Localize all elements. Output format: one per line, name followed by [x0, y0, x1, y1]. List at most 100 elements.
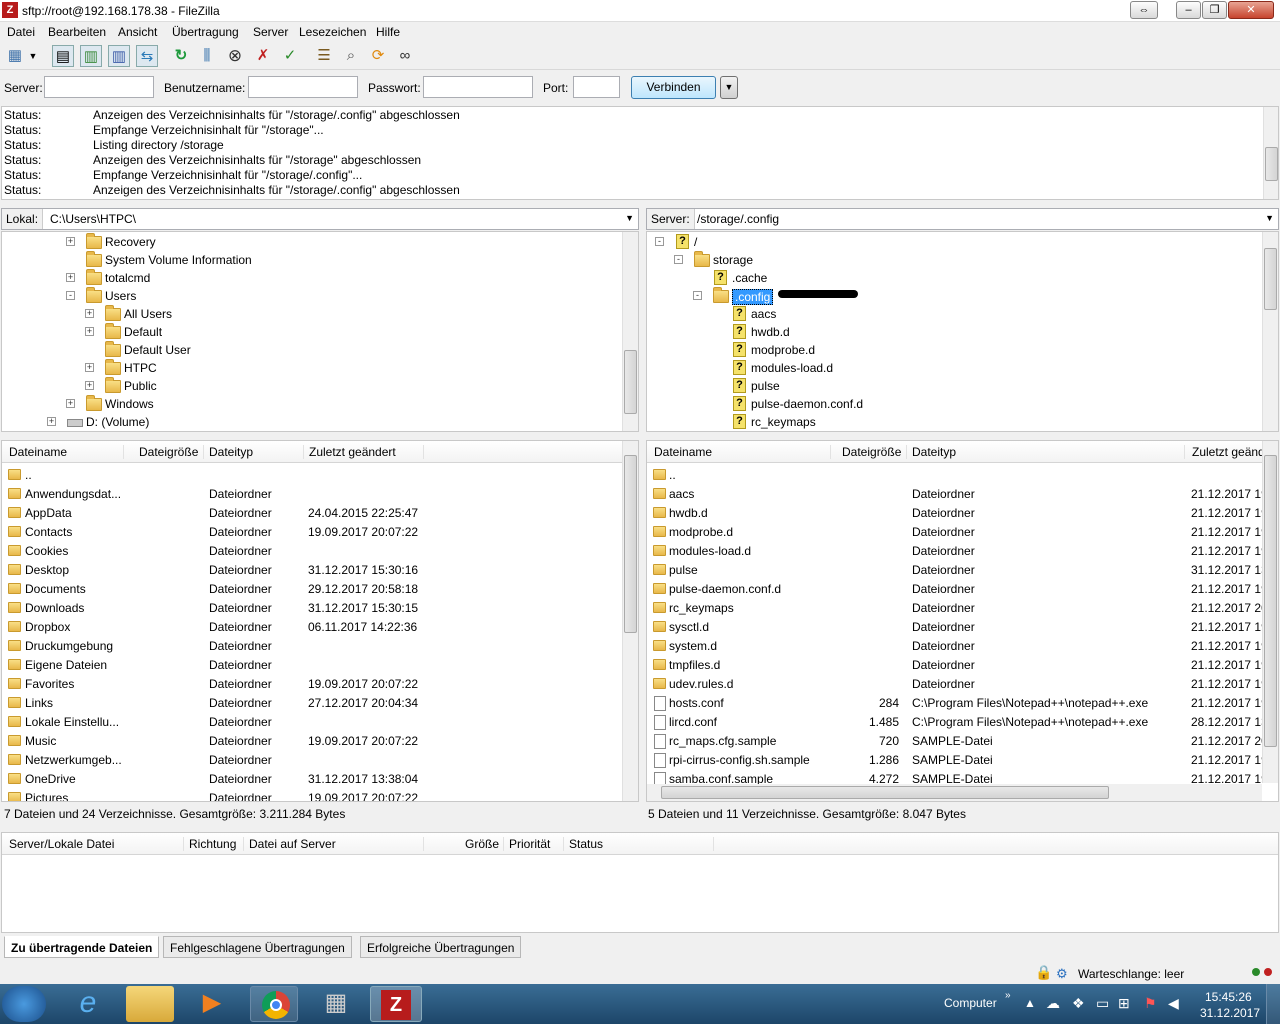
close-button[interactable]: ✕ — [1228, 1, 1274, 19]
tree-node[interactable]: - .config — [647, 287, 1262, 305]
filter-icon[interactable]: ☰ — [313, 45, 335, 67]
compare-icon[interactable]: ⌕ — [340, 45, 362, 67]
tree-node[interactable]: + HTPC — [2, 359, 617, 377]
list-item[interactable]: modprobe.d Dateiordner 21.12.2017 19 — [647, 522, 1265, 541]
list-item[interactable]: tmpfiles.d Dateiordner 21.12.2017 19 — [647, 655, 1265, 674]
col-dateigroesse[interactable]: Dateigröße — [134, 445, 204, 459]
list-item[interactable]: lircd.conf 1.485 C:\Program Files\Notepad+… — [647, 712, 1265, 731]
tree-node[interactable]: -? / — [647, 233, 1262, 251]
list-item[interactable]: Contacts Dateiordner 19.09.2017 20:07:22 — [2, 522, 617, 541]
tree-node[interactable]: ? aacs — [647, 305, 1262, 323]
col-dateigroesse[interactable]: Dateigröße — [837, 445, 907, 459]
list-item[interactable]: pulse-daemon.conf.d Dateiordner 21.12.2017… — [647, 579, 1265, 598]
remote-tree-scroll-thumb[interactable] — [1264, 248, 1277, 310]
remote-list-scroll-thumb[interactable] — [1264, 455, 1277, 747]
tree-node[interactable]: Default User — [2, 341, 617, 359]
search-icon[interactable]: ∞ — [394, 45, 416, 67]
col-server-lokale-datei[interactable]: Server/Lokale Datei — [4, 837, 184, 851]
tree-node[interactable]: + Public — [2, 377, 617, 395]
connect-button[interactable]: Verbinden — [631, 76, 716, 99]
list-item[interactable]: Downloads Dateiordner 31.12.2017 15:30:15 — [2, 598, 617, 617]
list-item[interactable]: rc_maps.cfg.sample 720 SAMPLE-Datei 21.12.2… — [647, 731, 1265, 750]
tree-node[interactable]: ? rc_keymaps — [647, 413, 1262, 431]
show-desktop-button[interactable] — [1266, 984, 1280, 1024]
local-path-input[interactable]: C:\Users\HTPC\ — [50, 212, 136, 226]
log-scrollbar[interactable] — [1263, 107, 1278, 199]
tree-node[interactable]: ? modules-load.d — [647, 359, 1262, 377]
expand-icon[interactable]: + — [66, 273, 75, 282]
list-item[interactable]: Anwendungsdat... Dateiordner — [2, 484, 617, 503]
tree-node[interactable]: ? pulse — [647, 377, 1262, 395]
cloud-icon[interactable]: ☁ — [1046, 995, 1060, 1012]
remote-list-hscroll-thumb[interactable] — [661, 786, 1109, 799]
local-tree-scrollbar[interactable] — [622, 232, 638, 431]
list-item[interactable]: modules-load.d Dateiordner 21.12.2017 19 — [647, 541, 1265, 560]
menu-server[interactable]: Server — [253, 25, 288, 39]
expand-icon[interactable]: + — [66, 399, 75, 408]
tree-node[interactable]: + Windows — [2, 395, 617, 413]
password-input[interactable] — [423, 76, 533, 98]
local-list-scroll-thumb[interactable] — [624, 455, 637, 633]
cancel-icon[interactable]: ⊗ — [224, 45, 246, 67]
col-geaendert[interactable]: Zuletzt geändert — [304, 445, 424, 459]
action-center-icon[interactable]: ⚑ — [1144, 995, 1157, 1012]
collapse-icon[interactable]: - — [674, 255, 683, 264]
list-item[interactable]: Netzwerkumgeb... Dateiordner — [2, 750, 617, 769]
list-item[interactable]: Music Dateiordner 19.09.2017 20:07:22 — [2, 731, 617, 750]
media-player-icon[interactable]: ▶ — [188, 986, 236, 1022]
process-queue-icon[interactable]: ⫼ — [196, 45, 218, 67]
sync-browse-icon[interactable]: ⟳ — [367, 45, 389, 67]
list-item[interactable]: sysctl.d Dateiordner 21.12.2017 19 — [647, 617, 1265, 636]
tree-node[interactable]: - storage — [647, 251, 1262, 269]
tree-node[interactable]: ? pulse-daemon.conf.d — [647, 395, 1262, 413]
disconnect-icon[interactable]: ✗ — [252, 45, 274, 67]
switch-layout-button[interactable]: ⇔ — [1130, 1, 1158, 19]
toggle-log-icon[interactable]: ▤ — [52, 45, 74, 67]
list-item[interactable]: hosts.conf 284 C:\Program Files\Notepad++\… — [647, 693, 1265, 712]
toggle-queue-icon[interactable]: ⇆ — [136, 45, 158, 67]
chevron-down-icon[interactable]: ▼ — [1265, 213, 1274, 223]
col-status[interactable]: Status — [564, 837, 714, 851]
remote-list-scrollbar[interactable] — [1262, 441, 1278, 783]
col-prioritaet[interactable]: Priorität — [504, 837, 564, 851]
computer-toolbar-label[interactable]: Computer — [944, 996, 997, 1010]
list-item[interactable]: Links Dateiordner 27.12.2017 20:04:34 — [2, 693, 617, 712]
tree-node[interactable]: ? hwdb.d — [647, 323, 1262, 341]
col-dateiname[interactable]: Dateiname — [4, 445, 124, 459]
list-item[interactable]: aacs Dateiordner 21.12.2017 19 — [647, 484, 1265, 503]
tab-zu-uebertragende[interactable]: Zu übertragende Dateien — [4, 936, 160, 958]
toggle-remote-tree-icon[interactable]: ▥ — [108, 45, 130, 67]
log-scroll-thumb[interactable] — [1265, 147, 1278, 181]
chrome-icon[interactable] — [250, 986, 298, 1022]
printer-icon[interactable]: ▭ — [1096, 995, 1109, 1012]
list-item[interactable]: system.d Dateiordner 21.12.2017 19 — [647, 636, 1265, 655]
tree-node[interactable]: - Users — [2, 287, 617, 305]
maximize-button[interactable]: ❐ — [1202, 1, 1227, 19]
tree-node[interactable]: + All Users — [2, 305, 617, 323]
local-list-scrollbar[interactable] — [622, 441, 638, 801]
list-item[interactable]: AppData Dateiordner 24.04.2015 22:25:47 — [2, 503, 617, 522]
volume-icon[interactable]: ◀ — [1168, 995, 1179, 1012]
expand-icon[interactable]: + — [85, 327, 94, 336]
expand-icon[interactable]: + — [85, 381, 94, 390]
list-item[interactable]: udev.rules.d Dateiordner 21.12.2017 19 — [647, 674, 1265, 693]
list-item[interactable]: rc_keymaps Dateiordner 21.12.2017 20 — [647, 598, 1265, 617]
start-orb[interactable] — [2, 986, 46, 1022]
dropbox-icon[interactable]: ❖ — [1072, 995, 1085, 1012]
col-dateityp[interactable]: Dateityp — [204, 445, 304, 459]
col-groesse[interactable]: Größe — [424, 837, 504, 851]
list-item[interactable]: pulse Dateiordner 31.12.2017 13 — [647, 560, 1265, 579]
remote-path-input[interactable]: /storage/.config — [697, 212, 779, 226]
tab-erfolgreiche[interactable]: Erfolgreiche Übertragungen — [360, 936, 522, 958]
list-item[interactable]: Favorites Dateiordner 19.09.2017 20:07:22 — [2, 674, 617, 693]
col-richtung[interactable]: Richtung — [184, 837, 244, 851]
list-item[interactable]: .. — [647, 465, 1262, 484]
dropdown-icon[interactable]: ▼ — [27, 45, 39, 67]
col-dateityp[interactable]: Dateityp — [907, 445, 1185, 459]
collapse-icon[interactable]: - — [66, 291, 75, 300]
filezilla-taskbar-icon[interactable]: Z — [370, 986, 422, 1022]
expand-icon[interactable]: + — [85, 309, 94, 318]
list-item[interactable]: Desktop Dateiordner 31.12.2017 15:30:16 — [2, 560, 617, 579]
list-item[interactable]: Dropbox Dateiordner 06.11.2017 14:22:36 — [2, 617, 617, 636]
tree-node[interactable]: + D: (Volume) — [2, 413, 617, 431]
